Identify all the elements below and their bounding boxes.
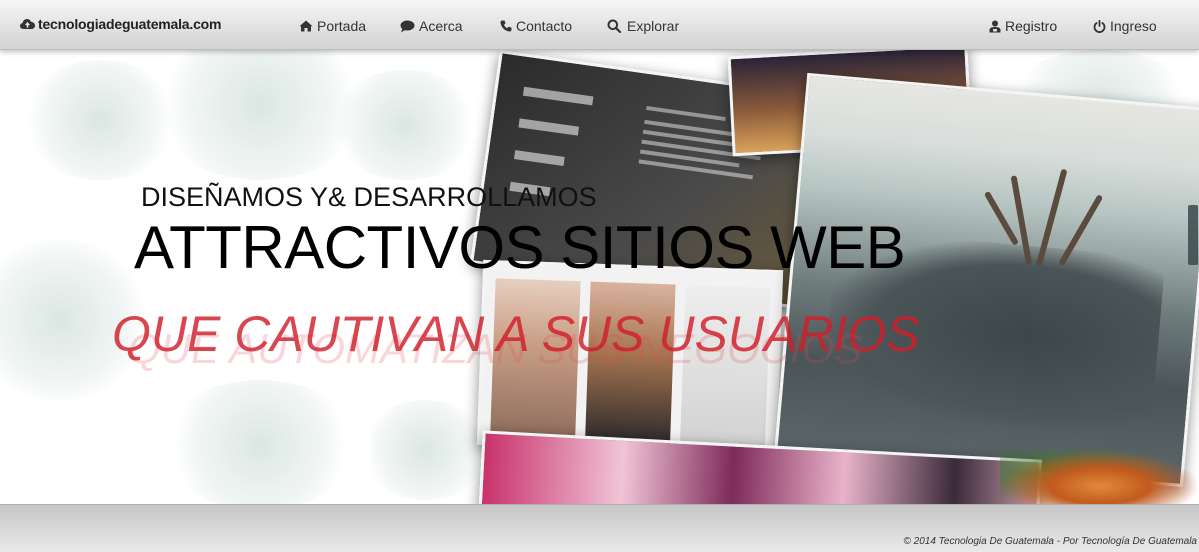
hero-title: ATTRACTIVOS SITIOS WEB [134,214,906,281]
power-icon [1093,19,1106,33]
nav-ingreso[interactable]: Ingreso [1093,18,1157,34]
nav-explorar-label: Explorar [627,18,680,34]
nav-registro-label: Registro [1005,18,1058,34]
comment-icon [400,20,415,32]
nav-acerca[interactable]: Acerca [400,18,463,34]
nav-portada-label: Portada [317,18,367,34]
cloud-upload-icon [20,19,35,29]
page-footer: © 2014 Tecnologia De Guatemala - Por Tec… [0,504,1199,552]
top-navbar: tecnologiadeguatemala.com Portada Acerca… [0,0,1199,50]
search-icon [607,19,621,33]
nav-portada[interactable]: Portada [299,18,366,34]
home-icon [299,20,313,32]
nav-ingreso-label: Ingreso [1110,18,1157,34]
nav-contacto[interactable]: Contacto [500,18,572,34]
brand-text: tecnologiadeguatemala.com [38,16,222,32]
hero-subtitle: DISEÑAMOS Y& DESARROLLAMOS [141,182,597,212]
nav-acerca-label: Acerca [419,18,463,34]
nav-explorar[interactable]: Explorar [607,18,679,34]
slider-handle[interactable] [1188,205,1198,265]
nav-contacto-label: Contacto [516,18,573,34]
hero-tagline: QUE CAUTIVAN A SUS USUARIOS [112,306,920,362]
phone-icon [500,20,512,32]
splatter-decoration [160,380,360,504]
user-icon [989,20,1001,32]
nav-registro[interactable]: Registro [989,18,1057,34]
hero-banner: DISEÑAMOS Y& DESARROLLAMOS ATTRACTIVOS S… [0,50,1199,504]
brand-link[interactable]: tecnologiadeguatemala.com [20,16,221,32]
copyright-text: © 2014 Tecnologia De Guatemala - Por Tec… [903,536,1197,547]
food-photo [1000,450,1199,504]
